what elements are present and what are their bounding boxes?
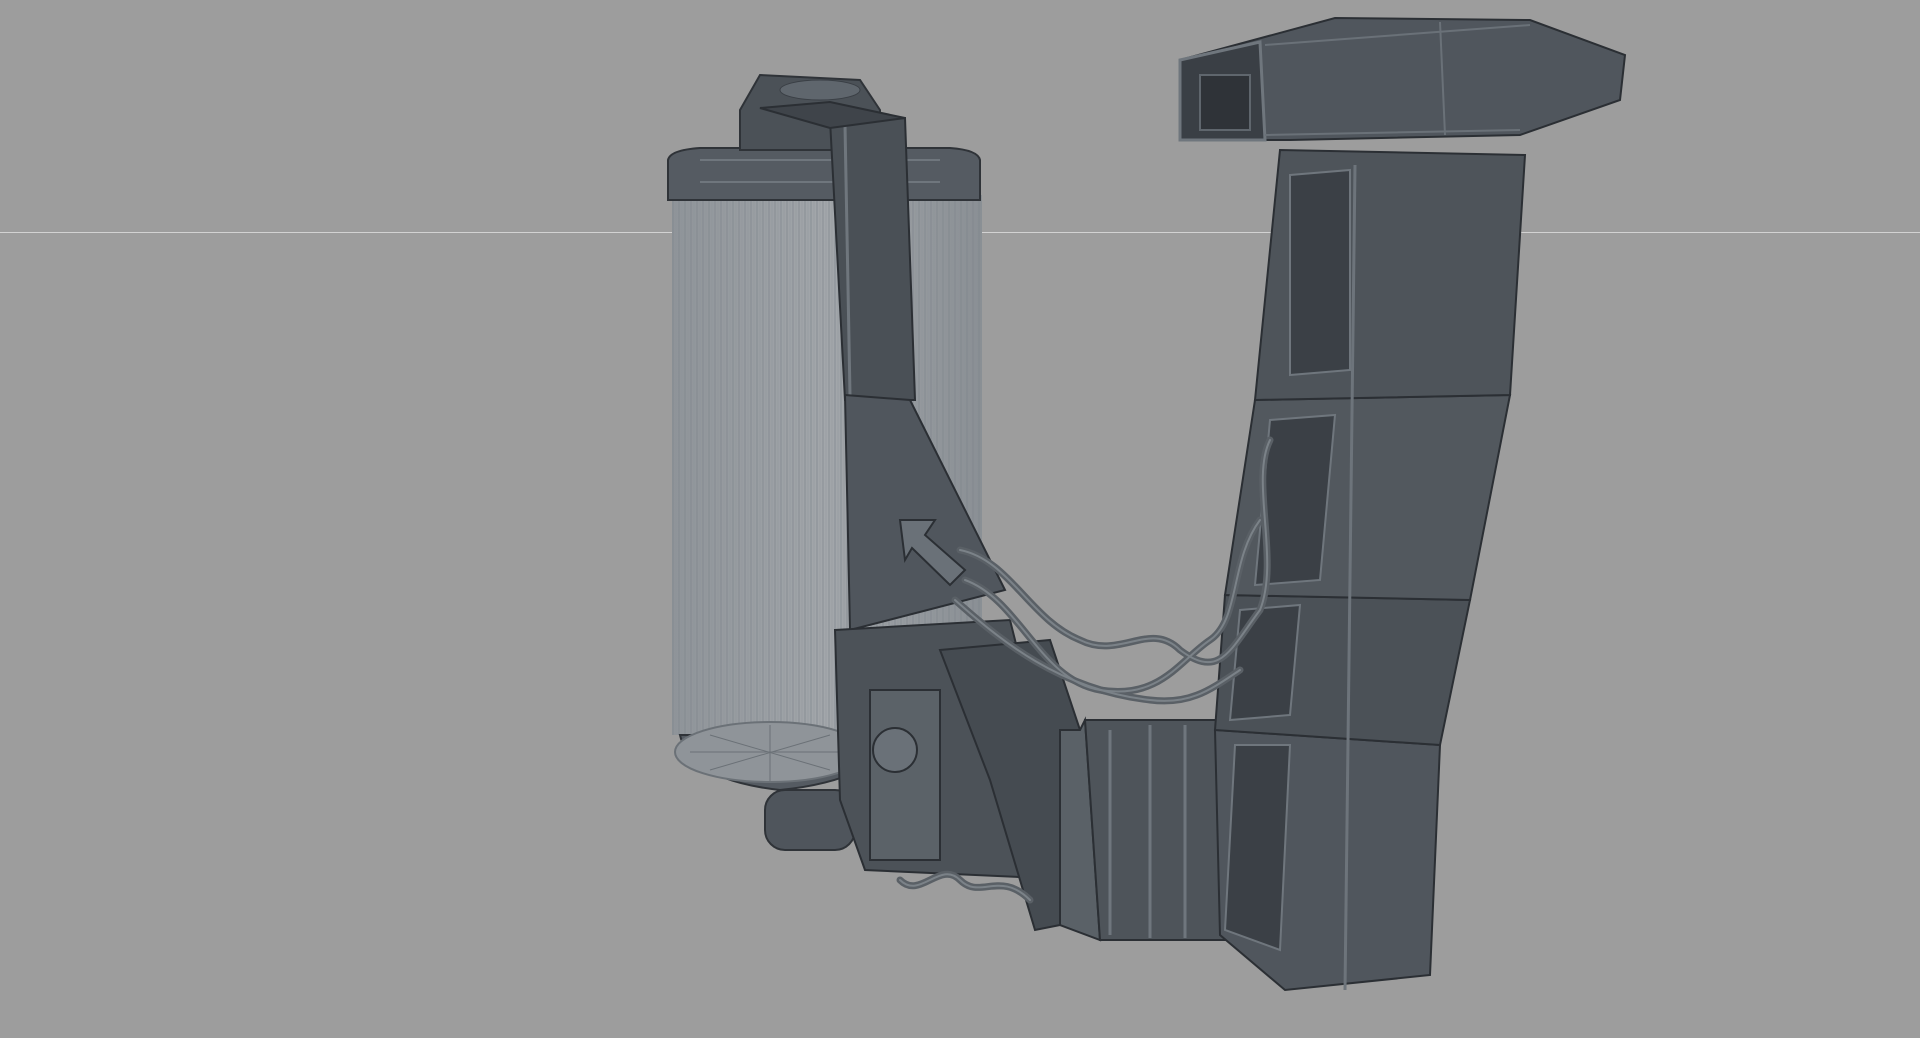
housing-dial bbox=[872, 727, 918, 773]
model-render[interactable] bbox=[0, 0, 1920, 1038]
arm-segment-3 bbox=[1083, 719, 1227, 941]
nozzle-head[interactable] bbox=[1178, 16, 1627, 142]
handle-arm[interactable] bbox=[938, 148, 1527, 992]
spine-upper bbox=[828, 116, 917, 401]
canister-top-cap bbox=[667, 147, 981, 201]
3d-viewport[interactable] bbox=[0, 0, 1920, 1038]
